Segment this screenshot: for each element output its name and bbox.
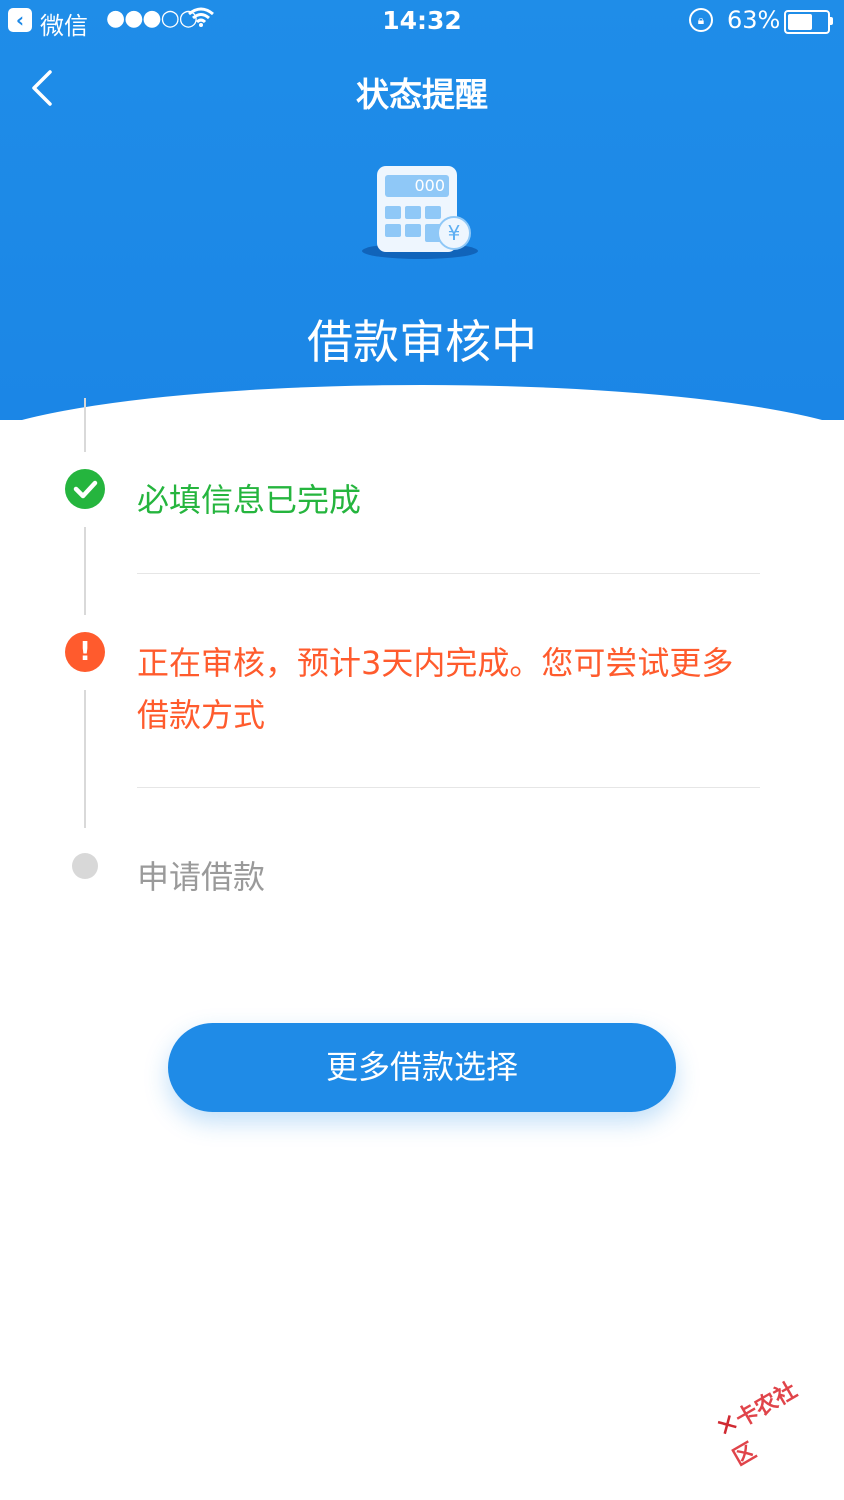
check-circle-icon — [65, 469, 105, 509]
battery-percent: 63% — [727, 6, 781, 34]
divider — [137, 573, 760, 574]
timeline-line — [84, 690, 86, 828]
battery-tip — [830, 17, 833, 25]
yen-coin-icon: ¥ — [437, 216, 471, 250]
exclamation-circle-icon: ! — [65, 632, 105, 672]
calculator-key — [405, 206, 421, 219]
page-title: 状态提醒 — [356, 75, 488, 114]
step-pending-text: 申请借款 — [137, 858, 266, 896]
gray-dot-icon — [72, 853, 98, 879]
divider — [137, 787, 760, 788]
battery-icon — [784, 10, 830, 34]
calculator-key — [385, 206, 401, 219]
more-loan-options-button[interactable]: 更多借款选择 — [168, 1023, 676, 1112]
timeline-line — [84, 527, 86, 615]
watermark-logo: ✕卡农社区 — [711, 1377, 802, 1472]
calculator-key — [425, 206, 441, 219]
calculator-display: 000 — [385, 175, 449, 197]
timeline-line — [84, 398, 86, 452]
step-warning-text: 正在审核，预计3天内完成。您可尝试更多借款方式 — [137, 644, 734, 734]
rotation-lock-icon: 🔒︎ — [689, 8, 713, 32]
clock-time: 14:32 — [382, 6, 462, 35]
status-bar: ‹ 微信 ●●●○○ 14:32 🔒︎ 63% — [0, 0, 844, 44]
step-done-text: 必填信息已完成 — [137, 481, 362, 519]
battery-fill — [788, 14, 812, 30]
calculator-key — [405, 224, 421, 237]
calculator-key — [385, 224, 401, 237]
status-heading: 借款审核中 — [307, 315, 537, 369]
